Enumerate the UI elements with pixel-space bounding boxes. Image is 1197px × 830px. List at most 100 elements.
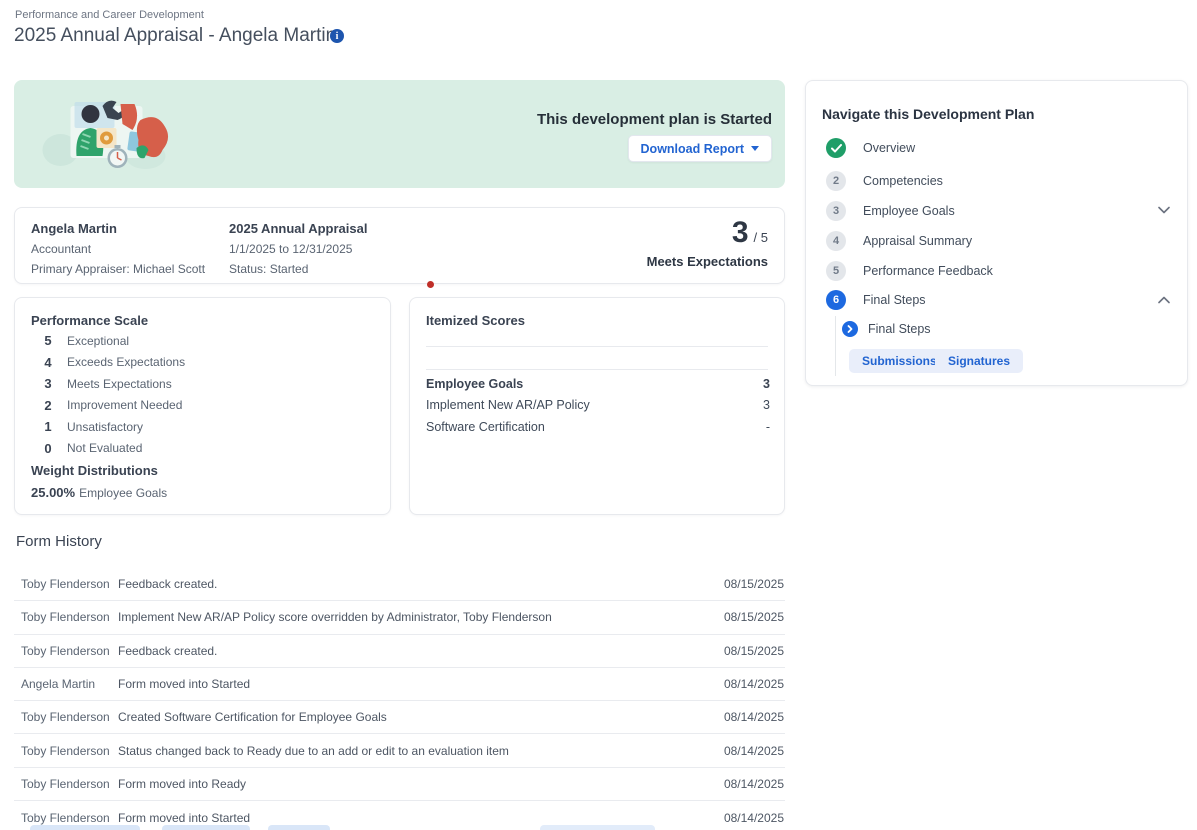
performance-scale-card: Performance Scale 5 Exceptional 4 Exceed…: [14, 297, 391, 515]
breadcrumb[interactable]: Performance and Career Development: [15, 9, 204, 21]
history-date: 08/14/2025: [713, 744, 785, 758]
nav-item-label: Competencies: [863, 174, 943, 188]
weight-row: 25.00% Employee Goals: [31, 485, 167, 500]
form-status: Status: Started: [229, 262, 367, 276]
nav-item-final-steps[interactable]: 6 Final Steps: [826, 290, 926, 310]
weight-percent: 25.00%: [31, 485, 75, 500]
form-history-title: Form History: [16, 533, 102, 550]
employee-name: Angela Martin: [31, 221, 205, 236]
page-title: 2025 Annual Appraisal - Angela Martin: [14, 25, 336, 47]
itemized-score-row: Implement New AR/AP Policy 3: [426, 395, 770, 417]
scale-level-row: 1 Unsatisfactory: [31, 416, 371, 438]
scale-level-row: 4 Exceeds Expectations: [31, 352, 371, 374]
history-event: Feedback created.: [111, 577, 713, 591]
primary-appraiser: Primary Appraiser: Michael Scott: [31, 262, 205, 276]
scale-score: 2: [31, 398, 65, 413]
navigation-title: Navigate this Development Plan: [822, 106, 1034, 122]
history-actor: Toby Flenderson: [14, 710, 111, 724]
history-actor: Toby Flenderson: [14, 577, 111, 591]
employee-title: Accountant: [31, 242, 205, 256]
history-date: 08/14/2025: [713, 710, 785, 724]
nav-subitem-label: Final Steps: [868, 322, 931, 336]
plan-status-text: This development plan is Started: [537, 111, 772, 128]
history-date: 08/15/2025: [713, 610, 785, 624]
overall-score: 3 / 5 Meets Expectations: [647, 216, 768, 269]
nav-item-competencies[interactable]: 2 Competencies: [826, 171, 943, 191]
history-actor: Angela Martin: [14, 677, 111, 691]
nav-item-performance-feedback[interactable]: 5 Performance Feedback: [826, 261, 993, 281]
history-row: Toby Flenderson Feedback created. 08/15/…: [14, 635, 785, 668]
divider: [426, 369, 768, 370]
step-number: 6: [826, 290, 846, 310]
history-event: Created Software Certification for Emplo…: [111, 710, 713, 724]
red-dot-indicator: [427, 281, 434, 288]
nav-item-label: Overview: [863, 141, 915, 155]
history-actor: Toby Flenderson: [14, 777, 111, 791]
cutoff-highlight: [268, 825, 330, 830]
history-actor: Toby Flenderson: [14, 744, 111, 758]
history-actor: Toby Flenderson: [14, 610, 111, 624]
cutoff-highlight: [162, 825, 250, 830]
download-report-label: Download Report: [641, 142, 744, 156]
nav-item-overview[interactable]: Overview: [826, 138, 915, 158]
chevron-down-icon[interactable]: [1158, 206, 1170, 214]
item-label: Software Certification: [426, 420, 545, 434]
form-history-table: Toby Flenderson Feedback created. 08/15/…: [14, 568, 785, 830]
nav-item-employee-goals[interactable]: 3 Employee Goals: [826, 201, 955, 221]
download-report-button[interactable]: Download Report: [628, 135, 772, 162]
history-event: Form moved into Started: [111, 811, 713, 825]
history-event: Status changed back to Ready due to an a…: [111, 744, 713, 758]
history-date: 08/14/2025: [713, 777, 785, 791]
cutoff-highlight: [540, 825, 655, 830]
nav-item-label: Employee Goals: [863, 204, 955, 218]
history-event: Form moved into Ready: [111, 777, 713, 791]
weight-distributions-title: Weight Distributions: [31, 463, 158, 478]
teamwork-illustration: [38, 92, 173, 177]
nav-item-label: Performance Feedback: [863, 264, 993, 278]
scale-label: Not Evaluated: [67, 441, 142, 455]
scale-label: Meets Expectations: [67, 377, 172, 391]
chevron-up-icon[interactable]: [1158, 296, 1170, 304]
history-date: 08/14/2025: [713, 677, 785, 691]
score-max: / 5: [754, 230, 768, 245]
info-icon[interactable]: i: [330, 29, 344, 43]
arrow-right-icon: [842, 321, 858, 337]
history-row: Toby Flenderson Form moved into Ready 08…: [14, 768, 785, 801]
step-complete-icon: [826, 138, 846, 158]
itemized-scores-title: Itemized Scores: [426, 313, 525, 328]
step-number: 4: [826, 231, 846, 251]
itemized-score-row: Employee Goals 3: [426, 373, 770, 395]
history-date: 08/15/2025: [713, 577, 785, 591]
page: Performance and Career Development 2025 …: [0, 0, 1197, 830]
caret-down-icon: [751, 146, 759, 151]
history-event: Feedback created.: [111, 644, 713, 658]
score-label: Meets Expectations: [647, 254, 768, 269]
item-score: 3: [763, 377, 770, 391]
signatures-button[interactable]: Signatures: [935, 349, 1023, 373]
divider: [426, 346, 768, 347]
item-score: -: [766, 420, 770, 434]
history-row: Toby Flenderson Feedback created. 08/15/…: [14, 568, 785, 601]
history-actor: Toby Flenderson: [14, 811, 111, 825]
scale-score: 5: [31, 333, 65, 348]
performance-scale-title: Performance Scale: [31, 313, 148, 328]
history-row: Toby Flenderson Status changed back to R…: [14, 734, 785, 767]
form-name: 2025 Annual Appraisal: [229, 221, 367, 236]
appraisal-summary-card: Angela Martin Accountant Primary Apprais…: [14, 207, 785, 284]
scale-score: 4: [31, 355, 65, 370]
scale-score: 3: [31, 376, 65, 391]
nav-item-label: Appraisal Summary: [863, 234, 972, 248]
scale-score: 0: [31, 441, 65, 456]
nav-subitem-final-steps[interactable]: Final Steps: [842, 321, 931, 337]
nav-item-appraisal-summary[interactable]: 4 Appraisal Summary: [826, 231, 972, 251]
nav-indent-line: [835, 316, 836, 376]
navigation-panel: Navigate this Development Plan Overview …: [805, 80, 1188, 386]
scale-label: Exceptional: [67, 334, 129, 348]
score-value: 3: [732, 216, 749, 249]
scale-level-row: 3 Meets Expectations: [31, 373, 371, 395]
step-number: 3: [826, 201, 846, 221]
itemized-scores-card: Itemized Scores Employee Goals 3 Impleme…: [409, 297, 785, 515]
history-date: 08/14/2025: [713, 811, 785, 825]
history-row: Angela Martin Form moved into Started 08…: [14, 668, 785, 701]
scale-level-row: 5 Exceptional: [31, 330, 371, 352]
